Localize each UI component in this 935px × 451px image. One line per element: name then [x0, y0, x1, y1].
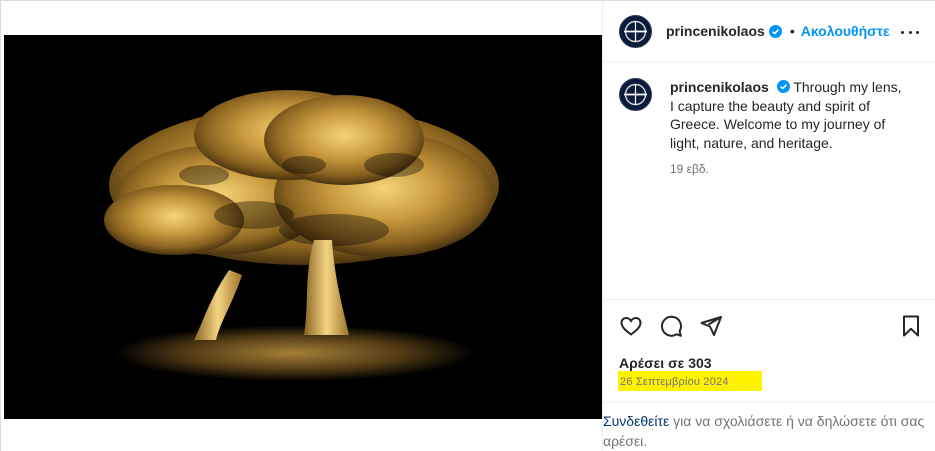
caption-time[interactable]: 19 εβδ.	[670, 160, 905, 179]
share-icon	[700, 316, 722, 336]
post-header: princenikolaos • Ακολουθήστε	[603, 1, 935, 62]
separator-dot: •	[789, 23, 795, 39]
verified-badge-icon	[768, 24, 782, 38]
action-bar	[603, 299, 935, 359]
caption-avatar[interactable]	[619, 78, 652, 111]
verified-badge-icon	[776, 80, 790, 93]
save-button[interactable]	[899, 314, 925, 340]
share-button[interactable]	[699, 314, 725, 340]
caption-username[interactable]: princenikolaos	[670, 79, 769, 95]
monogram-icon	[624, 20, 647, 42]
login-prompt: Συνδεθείτε για να σχολιάσετε ή να δηλώσε…	[603, 402, 935, 451]
follow-button[interactable]: Ακολουθήστε	[801, 23, 890, 39]
monogram-icon	[624, 83, 647, 106]
post-dialog: princenikolaos • Ακολουθήστε princenikol…	[0, 0, 935, 451]
post-caption: princenikolaos Through my lens, I captur…	[619, 78, 919, 179]
username[interactable]: princenikolaos	[666, 23, 765, 39]
heart-icon	[620, 316, 642, 336]
more-options-icon[interactable]	[901, 23, 919, 41]
bookmark-icon	[903, 315, 919, 337]
caption-body: princenikolaos Through my lens, I captur…	[670, 78, 905, 179]
comment-button[interactable]	[659, 314, 685, 340]
like-button[interactable]	[619, 314, 645, 340]
likes-count[interactable]: Αρέσει σε 303	[619, 355, 712, 371]
login-link[interactable]: Συνδεθείτε	[603, 413, 669, 429]
post-image[interactable]	[4, 35, 602, 419]
olive-tree-photo	[4, 35, 602, 419]
post-side-panel: princenikolaos • Ακολουθήστε princenikol…	[602, 1, 935, 451]
avatar[interactable]	[619, 14, 652, 48]
comment-icon	[660, 315, 682, 337]
post-date[interactable]: 26 Σεπτεμβρίου 2024	[618, 371, 762, 391]
